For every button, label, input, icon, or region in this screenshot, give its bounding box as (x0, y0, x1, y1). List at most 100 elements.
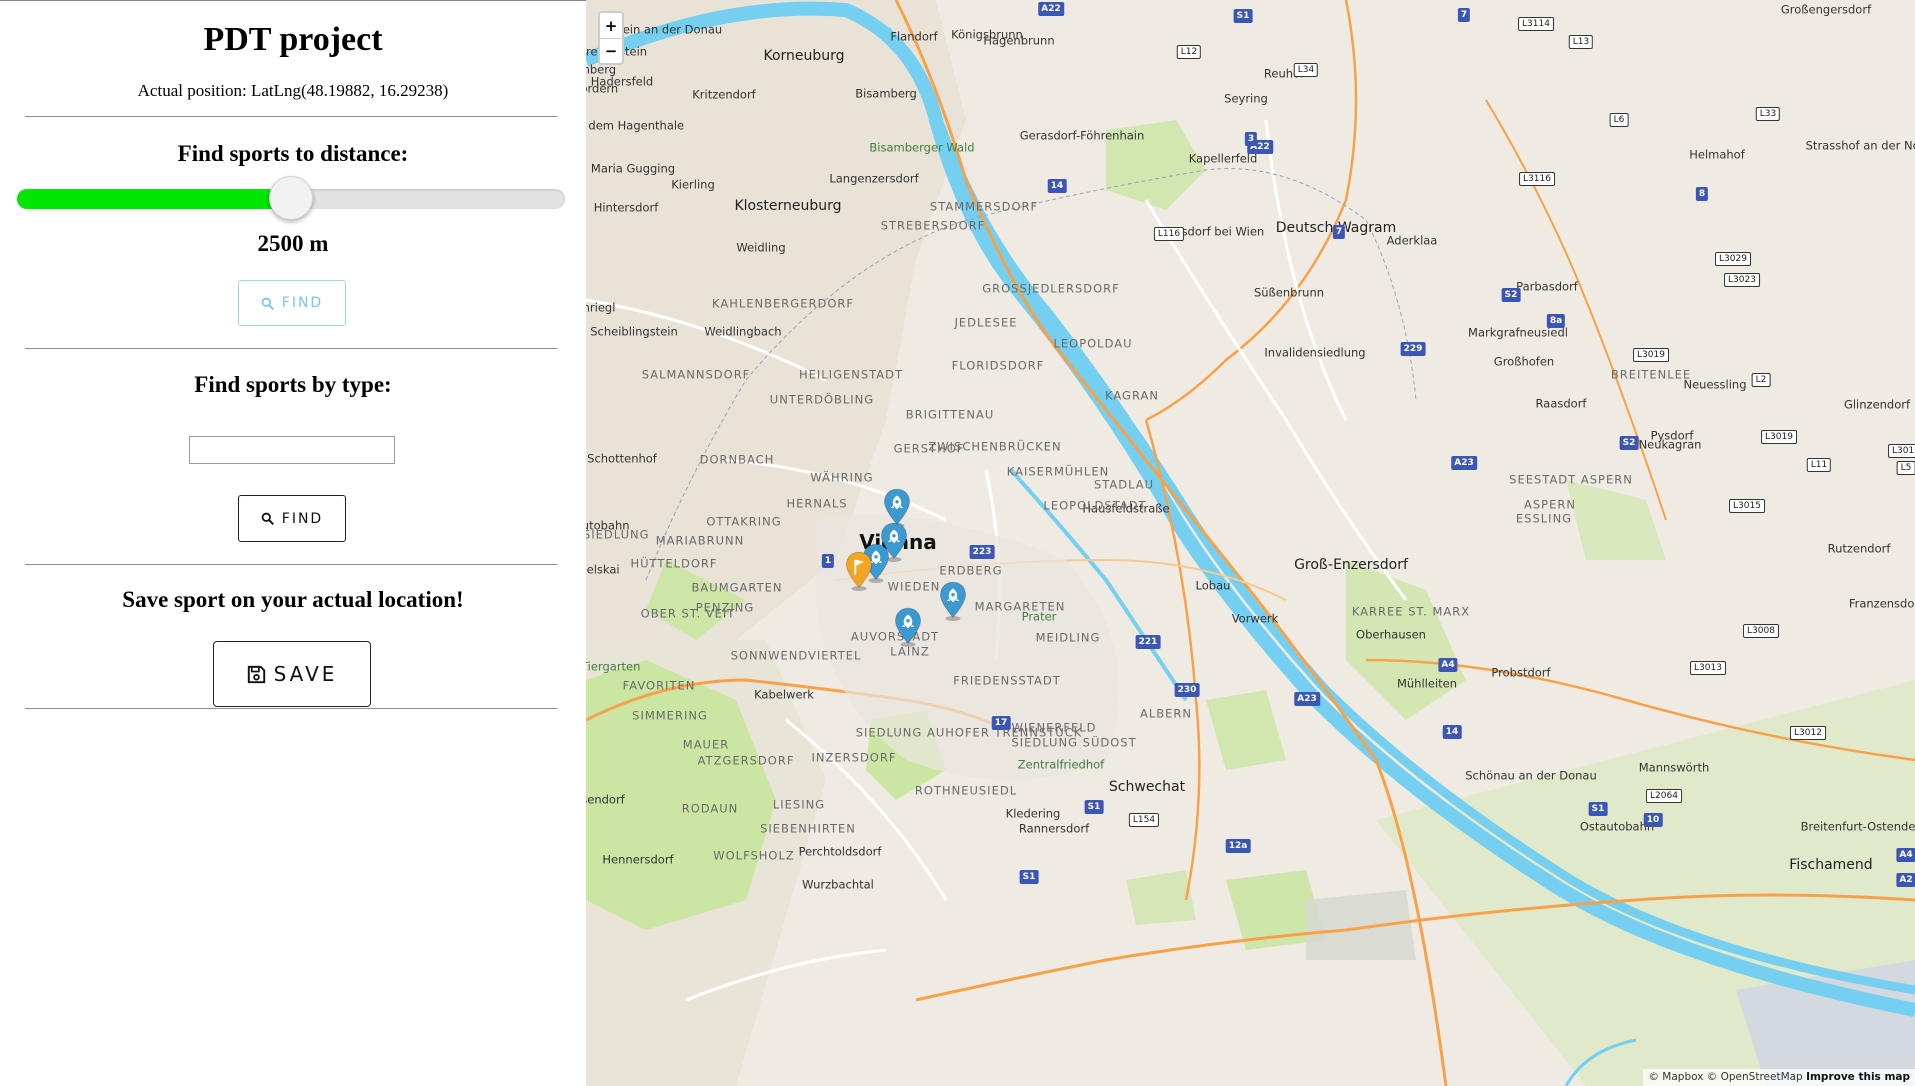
road-shield: L3019 (1633, 348, 1669, 362)
improve-map-link[interactable]: Improve this map (1806, 1071, 1910, 1083)
place-label: Seyring (1224, 91, 1268, 106)
place-label: Raasdorf (1535, 396, 1587, 411)
town-label: Klosterneuburg (734, 198, 842, 214)
district-label: SEESTADT ASPERN (1509, 472, 1633, 487)
road-shield: S1 (1019, 870, 1039, 884)
road-shield: L3116 (1519, 172, 1555, 186)
find-by-type-button[interactable]: FIND (238, 495, 346, 542)
district-label: ASPERN (1524, 497, 1576, 512)
road-shield: L154 (1128, 813, 1160, 827)
save-heading: Save sport on your actual location! (122, 587, 464, 612)
road-shield: L11 (1806, 458, 1832, 472)
place-label: Probstdorf (1491, 665, 1551, 680)
place-label: Kabelwerk (754, 687, 814, 702)
place-label: Aderklaa (1386, 233, 1438, 248)
place-label: Sankt Andrä vor dem Hagenthale (586, 118, 685, 133)
location-marker[interactable] (844, 551, 874, 596)
find-by-distance-label: FIND (281, 295, 324, 311)
road-shield: 17 (991, 716, 1011, 730)
district-label: ESSLING (1515, 511, 1573, 526)
road-shield: A22 (1038, 2, 1064, 16)
distance-slider[interactable] (17, 176, 565, 220)
district-label: LEOPOLDSTADT (1043, 498, 1147, 513)
district-label: ERDBERG (939, 563, 1003, 578)
place-label: Mühlleiten (1396, 676, 1458, 691)
place-label: Parbasdorf (1516, 279, 1578, 294)
slider-thumb[interactable] (269, 176, 313, 220)
place-label: Oberhausen (1356, 627, 1426, 642)
park-label: Lainzer Tiergarten (586, 659, 641, 674)
town-label: Schwechat (1108, 779, 1186, 795)
place-label: Rutzendorf (1827, 541, 1891, 556)
divider (25, 348, 557, 349)
place-label: Breitenfurt-Ostende (1800, 819, 1915, 834)
district-label: BAUMGARTEN (691, 580, 783, 595)
place-label: Maria Gugging (590, 161, 676, 176)
road-shield: S1 (1233, 9, 1253, 23)
district-label: WIEDEN (887, 579, 941, 594)
park-label: Prater (1021, 609, 1057, 624)
road-shield: L3015 (1729, 499, 1765, 513)
find-by-distance-button[interactable]: FIND (238, 280, 346, 326)
place-label: Gerasdorf-Föhrenhain (1019, 128, 1145, 143)
district-label: STAMMERSDORF (929, 199, 1039, 214)
town-label: Fischamend (1789, 857, 1873, 873)
place-label: Helmahof (1689, 147, 1745, 162)
place-label: Kledering (1005, 806, 1061, 821)
zoom-out-button[interactable]: − (600, 38, 622, 63)
distance-heading: Find sports to distance: (177, 141, 409, 166)
district-label: SIMMERING (632, 708, 708, 723)
town-label: Korneuburg (763, 48, 845, 64)
district-label: INZERSDORF (811, 750, 897, 765)
road-shield: 1 (821, 554, 835, 568)
road-shield: A23 (1294, 692, 1320, 706)
district-label: KORDONSIEDLUNG (586, 527, 650, 542)
divider (25, 708, 557, 709)
mapbox-attribution-link[interactable]: © Mapbox (1648, 1071, 1703, 1083)
map-attribution: © Mapbox © OpenStreetMap Improve this ma… (1643, 1069, 1915, 1086)
floppy-disk-icon (247, 665, 265, 683)
place-label: Schönau an der Donau (1465, 768, 1597, 783)
road-shield: 8a (1546, 314, 1566, 328)
osm-attribution-link[interactable]: © OpenStreetMap (1707, 1071, 1803, 1083)
save-button[interactable]: SAVE (213, 641, 371, 707)
map[interactable]: ViennaKorneuburgKlosterneuburgDeutsch-Wa… (586, 0, 1915, 1086)
place-label: Großengersdorf (1780, 2, 1872, 17)
road-shield: L2064 (1646, 789, 1682, 803)
sidebar: PDT project Actual position: LatLng(48.1… (0, 0, 586, 1086)
road-shield: L34 (1293, 63, 1319, 77)
save-label: SAVE (273, 662, 338, 686)
place-label: Vösendorf (586, 792, 625, 807)
zoom-in-button[interactable]: + (600, 13, 622, 38)
district-label: STREBERSDORF (880, 218, 986, 233)
road-shield: S1 (1084, 800, 1104, 814)
district-label: ATZGERSDORF (697, 753, 795, 768)
district-label: ALBERN (1139, 706, 1193, 721)
road-shield: L3023 (1724, 273, 1760, 287)
place-label: Wördern (586, 81, 619, 96)
district-label: RODAUN (681, 801, 739, 816)
place-label: Flandorf (890, 29, 938, 44)
district-label: FRIEDENSSTADT (953, 673, 1061, 688)
place-label: Pysdorf (1650, 428, 1694, 443)
place-label: Weidling (736, 240, 786, 255)
sport-type-input[interactable] (189, 436, 395, 464)
sport-marker[interactable] (893, 607, 923, 652)
road-shield: 14 (1047, 179, 1067, 193)
road-shield: 14 (1442, 725, 1462, 739)
road-shield: 12a (1225, 839, 1251, 853)
district-label: PENZING (695, 600, 755, 615)
sport-marker[interactable] (938, 581, 968, 626)
district-label: LIESING (772, 797, 826, 812)
place-label: Süßenbrunn (1253, 285, 1325, 300)
district-label: HÜTTELDORF (630, 556, 718, 571)
rocket-icon (939, 581, 967, 621)
road-shield: 230 (1174, 683, 1200, 697)
place-label: Perchtoldsdorf (798, 844, 882, 859)
park-label: Zentralfriedhof (1017, 757, 1105, 772)
road-shield: L3012 (1790, 726, 1826, 740)
road-shield: L12 (1176, 45, 1202, 59)
place-label: Franzensdorf (1848, 596, 1915, 611)
divider (25, 116, 557, 117)
road-shield: 223 (969, 545, 995, 559)
